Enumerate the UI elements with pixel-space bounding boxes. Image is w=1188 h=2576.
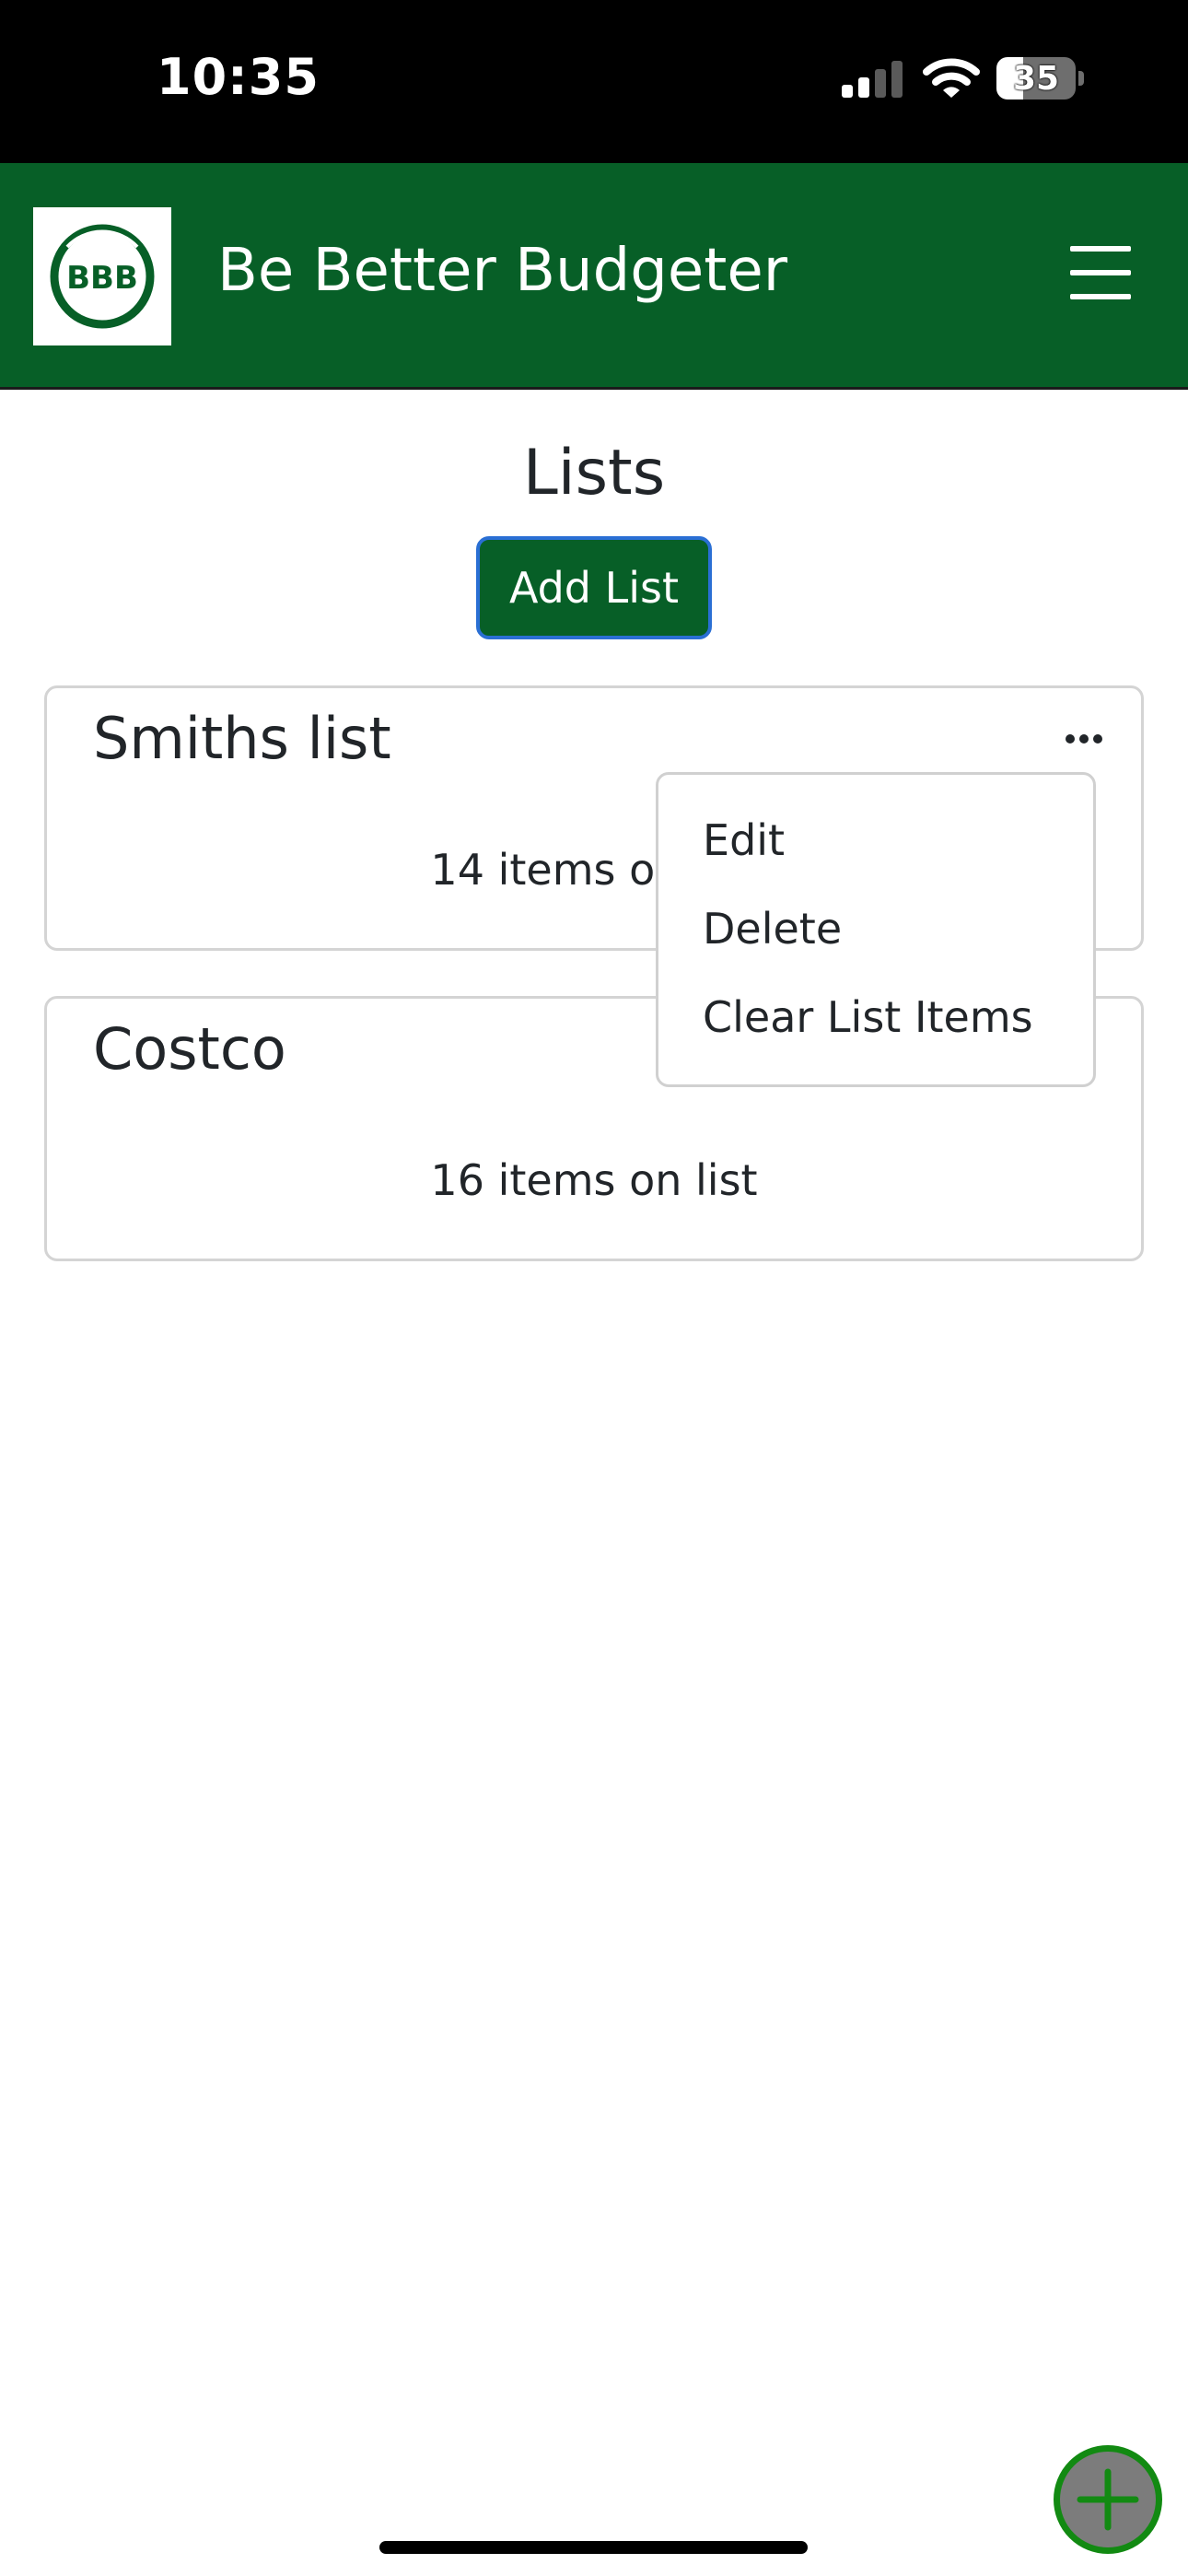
app-logo[interactable]: BBB	[33, 207, 171, 345]
wifi-icon	[923, 58, 980, 98]
status-bar: 10:35 35	[0, 0, 1188, 163]
logo-ring-icon: BBB	[50, 224, 155, 329]
list-card-count: 16 items on list	[430, 1155, 758, 1205]
home-indicator[interactable]	[379, 2541, 808, 2554]
battery-icon: 35	[996, 57, 1085, 100]
plus-icon	[1077, 2468, 1139, 2531]
logo-text: BBB	[66, 260, 138, 297]
list-card-title: Costco	[93, 1015, 286, 1083]
dropdown-item-edit[interactable]: Edit	[703, 815, 785, 865]
add-list-button[interactable]: Add List	[476, 536, 712, 639]
hamburger-icon	[1070, 246, 1131, 252]
cellular-signal-icon	[842, 61, 903, 98]
floating-add-button[interactable]	[1054, 2445, 1162, 2554]
page-title: Lists	[522, 437, 666, 509]
navbar: BBB Be Better Budgeter	[0, 163, 1188, 390]
more-options-button[interactable]	[1056, 714, 1112, 760]
dropdown-item-clear-list-items[interactable]: Clear List Items	[703, 992, 1033, 1042]
list-card-title: Smiths list	[93, 705, 391, 772]
app-title: Be Better Budgeter	[217, 237, 787, 305]
ellipsis-icon	[1066, 734, 1075, 744]
battery-level: 35	[1012, 60, 1060, 98]
status-time: 10:35	[157, 48, 320, 106]
hamburger-menu-button[interactable]	[1070, 242, 1135, 303]
list-options-dropdown: Edit Delete Clear List Items	[656, 772, 1096, 1087]
dropdown-item-delete[interactable]: Delete	[703, 904, 842, 954]
